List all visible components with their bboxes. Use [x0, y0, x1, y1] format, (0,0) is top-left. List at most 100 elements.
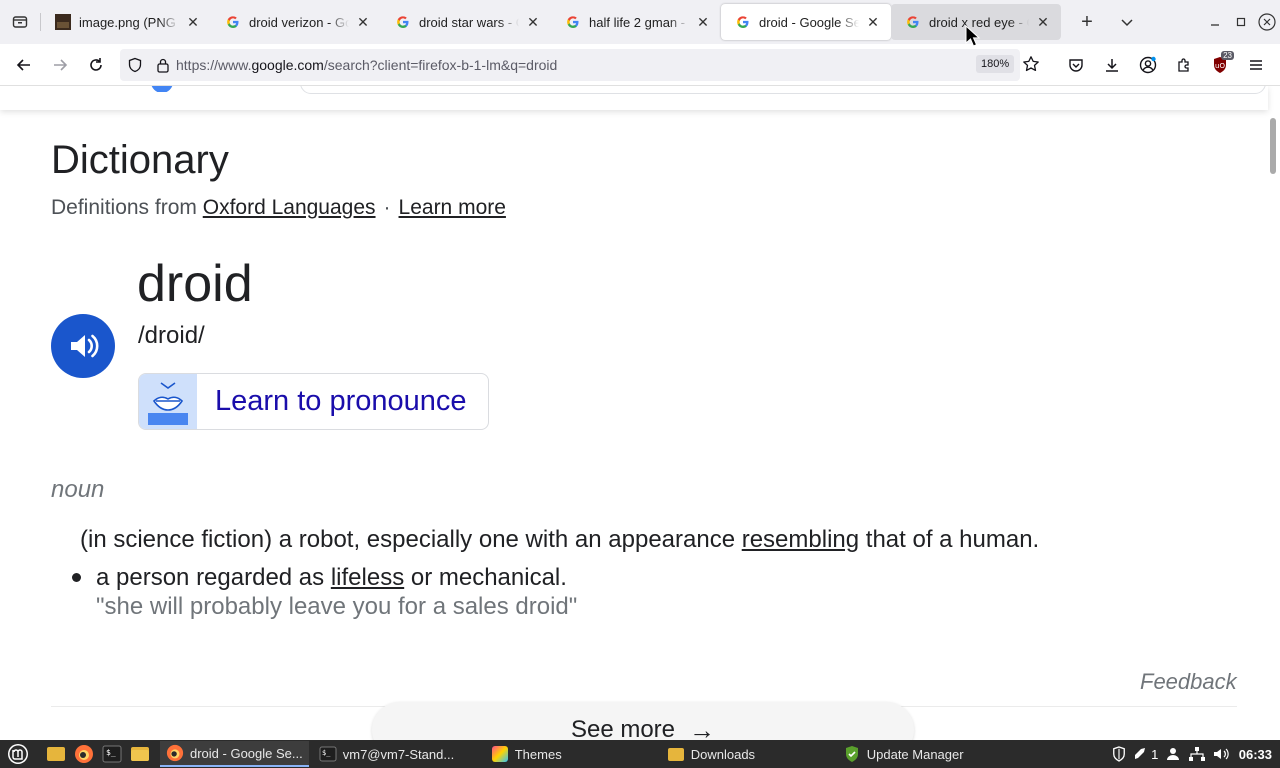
lips-icon [139, 374, 197, 429]
tab-title: droid verizon - Goo [249, 14, 349, 30]
pocket-icon [1069, 59, 1083, 72]
app-menu-button[interactable] [1238, 49, 1274, 81]
tab-droid-verizon[interactable]: droid verizon - Goo ✕ [211, 4, 381, 40]
search-box-edge[interactable] [300, 86, 1266, 94]
learn-to-pronounce-label: Learn to pronounce [215, 385, 467, 417]
see-more-label: See more [570, 716, 676, 740]
tab-title: droid star wars - Go [419, 14, 519, 30]
definition-1: (in science fiction) a robot, especially… [80, 526, 1039, 554]
bullet [72, 573, 81, 582]
tracking-protection-icon[interactable] [120, 57, 150, 73]
lifeless-link[interactable]: lifeless [331, 564, 404, 591]
maximize-button[interactable] [1228, 0, 1254, 44]
account-button[interactable] [1130, 49, 1166, 81]
list-all-tabs-button[interactable] [1109, 4, 1145, 40]
usage-example: "she will probably leave you for a sales… [96, 593, 578, 620]
definition-text: a person regarded as [96, 564, 331, 591]
close-icon[interactable]: ✕ [185, 14, 201, 30]
puzzle-icon [1178, 58, 1189, 72]
zoom-indicator[interactable]: 180% [976, 55, 1015, 73]
feedback-link[interactable]: Feedback [1140, 669, 1237, 695]
folder-icon [131, 747, 149, 761]
show-desktop-button[interactable] [42, 740, 70, 768]
window-label: vm7@vm7-Stand... [342, 746, 455, 762]
terminal-icon: $_ [102, 745, 122, 763]
toolbar-actions: uO 23 [1058, 44, 1274, 86]
new-tab-button[interactable]: + [1069, 4, 1105, 40]
shield-tray-icon[interactable] [1107, 740, 1131, 768]
svg-text:$_: $_ [106, 748, 116, 757]
definition-text: or mechanical. [404, 564, 567, 591]
google-icon [735, 14, 751, 30]
learn-to-pronounce-button[interactable]: Learn to pronounce [138, 373, 489, 430]
google-icon [565, 14, 581, 30]
taskbar-window-downloads[interactable]: Downloads [661, 741, 833, 767]
headword: droid [137, 255, 253, 313]
bookmark-star-icon[interactable] [1022, 55, 1040, 78]
rocket-icon [1135, 748, 1146, 759]
navigation-toolbar: https://www.google.com/search?client=fir… [0, 44, 1280, 86]
firefox-view-icon [12, 16, 28, 28]
close-icon[interactable]: ✕ [525, 14, 541, 30]
pocket-button[interactable] [1058, 49, 1094, 81]
close-icon[interactable]: ✕ [355, 14, 371, 30]
arrow-right-icon [54, 58, 68, 71]
close-icon[interactable]: ✕ [865, 14, 881, 30]
learn-more-link[interactable]: Learn more [399, 196, 506, 219]
window-label: droid - Google Se... [190, 745, 303, 761]
definition-text: that of a human. [859, 526, 1040, 553]
extensions-button[interactable] [1166, 49, 1202, 81]
page-scrollbar[interactable] [1270, 118, 1276, 174]
source-prefix: Definitions from [51, 196, 197, 219]
taskbar-window-themes[interactable]: Themes [485, 741, 657, 767]
forward-button[interactable] [42, 49, 78, 81]
url-text[interactable]: https://www.google.com/search?client=fir… [176, 57, 557, 73]
minimize-button[interactable] [1202, 0, 1228, 44]
image-icon [55, 14, 71, 30]
firefox-view-button[interactable] [0, 0, 40, 44]
firefox-icon [75, 745, 93, 763]
clock[interactable]: 06:33 [1239, 747, 1272, 762]
google-icon [395, 14, 411, 30]
separator: · [383, 196, 391, 219]
user-tray-icon[interactable] [1161, 740, 1185, 768]
shield-update-icon [843, 745, 861, 763]
tab-image-png[interactable]: image.png (PNG Im ✕ [41, 4, 211, 40]
reload-button[interactable] [78, 49, 114, 81]
close-icon[interactable]: ✕ [695, 14, 711, 30]
volume-tray-icon[interactable] [1209, 740, 1233, 768]
ublock-button[interactable]: uO 23 [1202, 49, 1238, 81]
dictionary-source: Definitions from Oxford Languages · Learn … [51, 196, 506, 220]
listen-button[interactable] [51, 314, 115, 378]
folder-icon [47, 747, 65, 761]
close-window-icon [1258, 13, 1276, 31]
firefox-icon [166, 744, 184, 762]
mint-menu-button[interactable] [4, 740, 32, 768]
files-launcher[interactable] [126, 740, 154, 768]
resembling-link[interactable]: resembling [742, 526, 859, 553]
see-more-button[interactable]: See more → [372, 702, 914, 740]
page-content: Dictionary Definitions from Oxford Langu… [0, 86, 1280, 740]
close-window-button[interactable] [1254, 0, 1280, 44]
window-label: Downloads [690, 746, 756, 762]
notifications-tray[interactable]: 1 [1131, 740, 1161, 768]
taskbar-window-firefox[interactable]: droid - Google Se... [160, 741, 309, 767]
taskbar-window-terminal[interactable]: $_ vm7@vm7-Stand... [313, 741, 481, 767]
tab-droid-star-wars[interactable]: droid star wars - Go ✕ [381, 4, 551, 40]
oxford-languages-link[interactable]: Oxford Languages [203, 196, 376, 219]
network-tray-icon[interactable] [1185, 740, 1209, 768]
downloads-button[interactable] [1094, 49, 1130, 81]
taskbar-window-update-manager[interactable]: Update Manager [837, 741, 970, 767]
tab-title: droid - Google Sear [759, 14, 859, 30]
mouse-cursor-icon [965, 25, 981, 47]
close-icon[interactable]: ✕ [1035, 14, 1051, 30]
back-button[interactable] [6, 49, 42, 81]
system-tray: 1 06:33 [1107, 740, 1280, 768]
firefox-launcher[interactable] [70, 740, 98, 768]
tab-half-life-gman[interactable]: half life 2 gman - Go ✕ [551, 4, 721, 40]
lock-icon[interactable] [150, 57, 176, 73]
google-icon [905, 14, 921, 30]
tab-droid-active[interactable]: droid - Google Sear ✕ [721, 4, 891, 40]
address-bar[interactable]: https://www.google.com/search?client=fir… [120, 49, 1039, 81]
terminal-launcher[interactable]: $_ [98, 740, 126, 768]
